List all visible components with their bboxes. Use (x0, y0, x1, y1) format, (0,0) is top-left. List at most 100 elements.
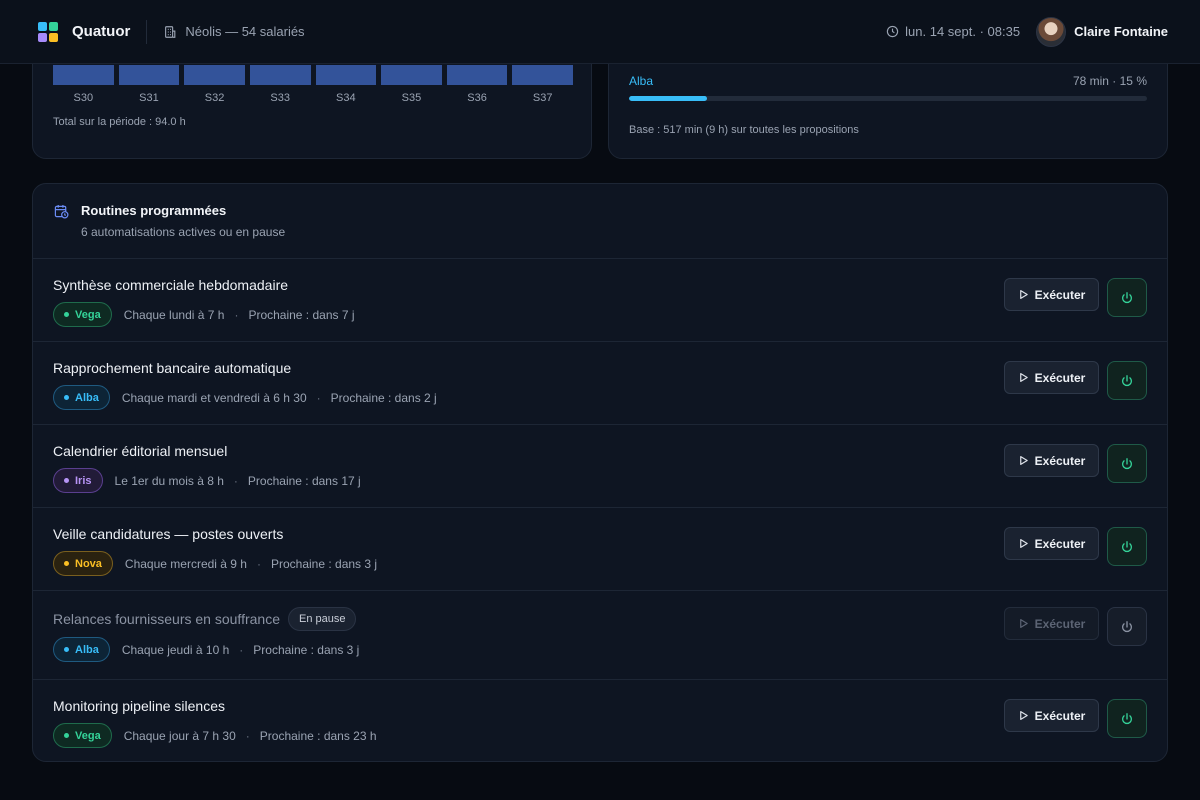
agent-chip: Vega (53, 302, 112, 327)
routine-title: Monitoring pipeline silences (53, 698, 225, 714)
agent-chip: Nova (53, 551, 113, 576)
routine-schedule: Chaque mercredi à 9 h (124, 556, 247, 571)
routine-schedule: Le 1er du mois à 8 h (114, 473, 224, 488)
logo-tile (38, 21, 47, 31)
logo-tile (49, 32, 58, 42)
current-datetime: lun. 14 sept. · 08:35 (886, 24, 1020, 39)
paused-badge: En pause (287, 607, 357, 631)
toggle-power-button[interactable] (1107, 527, 1147, 566)
routines-subtitle: 6 automatisations actives ou en pause (81, 225, 286, 239)
toggle-power-button[interactable] (1107, 607, 1147, 646)
user-menu[interactable]: Claire Fontaine (1036, 16, 1168, 47)
toggle-power-button[interactable] (1107, 278, 1147, 317)
routine-title-text: Rapprochement bancaire automatique (53, 360, 292, 376)
routine-title-text: Veille candidatures — postes ouverts (53, 526, 284, 542)
execute-button[interactable]: Exécuter (1004, 278, 1099, 311)
routine-meta: Vega Chaque jour à 7 h 30 · Prochaine : dan… (53, 723, 377, 748)
power-icon (1121, 457, 1133, 469)
execute-button-label: Exécuter (1034, 453, 1086, 468)
week-bar[interactable] (184, 65, 245, 85)
routine-actions: Exécuter (1004, 607, 1147, 646)
execute-button[interactable]: Exécuter (1004, 699, 1099, 732)
week-label: S30 (73, 92, 94, 104)
organization-switcher[interactable]: Néolis — 54 salariés (163, 24, 305, 39)
clock-icon (886, 25, 899, 38)
routine-title: Veille candidatures — postes ouverts (53, 526, 283, 542)
agent-dot-icon (64, 478, 69, 483)
separator-dot: · (245, 728, 250, 743)
toggle-power-button[interactable] (1107, 361, 1147, 400)
play-icon (1019, 711, 1028, 720)
agent-dot-icon (64, 395, 69, 400)
routine-row[interactable]: Synthèse commerciale hebdomadaire Vega Cha… (33, 259, 1167, 342)
routine-row[interactable]: Calendrier éditorial mensuel Iris Le 1er d… (33, 425, 1167, 508)
routine-schedule: Chaque mardi et vendredi à 6 h 30 (121, 390, 307, 405)
week-label: S31 (139, 92, 159, 104)
execute-button[interactable]: Exécuter (1004, 607, 1099, 640)
calendar-clock-icon (54, 204, 69, 219)
routine-next-run: Prochaine : dans 17 j (247, 473, 361, 488)
week-label: S36 (467, 92, 487, 104)
separator-dot: · (233, 473, 238, 488)
weekly-bars (53, 65, 573, 85)
routine-next-run: Prochaine : dans 2 j (330, 390, 437, 405)
agent-share-progress (629, 96, 1147, 101)
routine-title-text: Synthèse commerciale hebdomadaire (53, 277, 289, 293)
routines-title: Routines programmées (81, 203, 227, 218)
execute-button[interactable]: Exécuter (1004, 444, 1099, 477)
avatar[interactable] (1036, 16, 1067, 47)
routine-schedule: Chaque jour à 7 h 30 (123, 728, 236, 743)
toggle-power-button[interactable] (1107, 699, 1147, 738)
agent-chip-label: Nova (75, 557, 102, 570)
play-icon (1019, 456, 1028, 465)
top-bar: Quatuor Néolis — 54 salariés lun. 14 sep… (0, 0, 1200, 64)
routine-title-text: Monitoring pipeline silences (53, 698, 225, 714)
separator-dot: · (256, 556, 261, 571)
routine-meta: Vega Chaque lundi à 7 h · Prochaine : dans … (53, 302, 355, 327)
toggle-power-button[interactable] (1107, 444, 1147, 483)
divider (146, 19, 148, 44)
routine-row[interactable]: Relances fournisseurs en souffrance En pa… (33, 591, 1167, 680)
routine-row[interactable]: Monitoring pipeline silences Vega Chaque j… (33, 680, 1167, 761)
logo-tile (49, 21, 58, 31)
separator-dot: · (239, 642, 244, 657)
agent-share-value: 78 min · 15 % (1072, 74, 1147, 88)
week-bar[interactable] (249, 65, 311, 85)
routine-next-run: Prochaine : dans 23 h (259, 728, 377, 743)
power-icon (1121, 291, 1133, 303)
play-icon (1019, 539, 1028, 548)
power-icon (1121, 712, 1133, 724)
routine-schedule: Chaque jeudi à 10 h (121, 642, 230, 657)
routine-meta: Alba Chaque jeudi à 10 h · Prochaine : dans… (53, 637, 359, 662)
week-label: S34 (336, 92, 356, 104)
week-bar[interactable] (512, 65, 573, 85)
week-bar[interactable] (381, 65, 442, 85)
period-total: Total sur la période : 94.0 h (53, 116, 186, 128)
week-bar[interactable] (315, 65, 377, 85)
routine-next-run: Prochaine : dans 3 j (253, 642, 360, 657)
week-label: S35 (401, 92, 422, 104)
execute-button[interactable]: Exécuter (1004, 527, 1099, 560)
execute-button-label: Exécuter (1034, 708, 1086, 723)
agent-chip: Iris (53, 468, 103, 493)
app-logo-icon[interactable] (38, 21, 58, 42)
routine-row[interactable]: Rapprochement bancaire automatique Alba Ch… (33, 342, 1167, 425)
agent-chip-label: Vega (75, 729, 101, 742)
play-icon (1019, 373, 1028, 382)
week-bar[interactable] (446, 65, 508, 85)
routines-header: Routines programmées 6 automatisations a… (33, 184, 1167, 259)
week-label: S32 (204, 92, 225, 104)
week-label: S33 (270, 92, 290, 104)
routine-next-run: Prochaine : dans 3 j (270, 556, 378, 571)
execute-button[interactable]: Exécuter (1004, 361, 1099, 394)
week-bar[interactable] (53, 65, 114, 85)
routine-title: Calendrier éditorial mensuel (53, 443, 227, 459)
week-labels: S30 S31 S32 S33 S34 S35 S36 S37 (53, 92, 573, 104)
agent-chip-label: Alba (75, 391, 99, 404)
agent-dot-icon (64, 312, 69, 317)
app-brand[interactable]: Quatuor (72, 23, 130, 40)
week-bar[interactable] (118, 65, 180, 85)
user-name: Claire Fontaine (1074, 24, 1168, 39)
routine-row[interactable]: Veille candidatures — postes ouverts Nova… (33, 508, 1167, 591)
agent-chip: Alba (53, 385, 110, 410)
